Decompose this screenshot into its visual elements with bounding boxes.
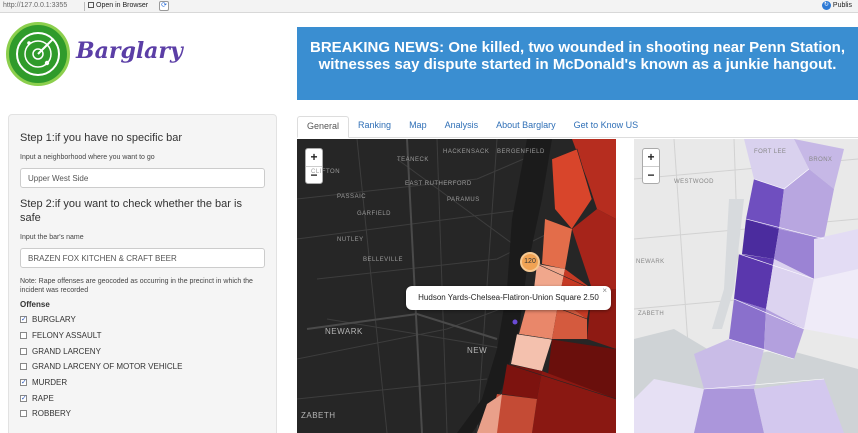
offense-checkbox[interactable]: ✓ <box>20 394 27 402</box>
step1-title: Step 1:if you have no specific bar <box>20 132 183 144</box>
dark-map-place-label: GARFIELD <box>357 211 392 217</box>
dark-map-place-label: PASSAIC <box>337 194 367 200</box>
dark-map-zoom-control: + − <box>305 148 323 184</box>
offense-option[interactable]: GRAND LARCENY OF MOTOR VEHICLE <box>20 359 265 375</box>
open-in-browser-button[interactable]: Open in Browser <box>88 2 148 9</box>
light-map-place-label: BRONX <box>809 157 833 163</box>
offense-label: BURGLARY <box>32 315 76 325</box>
dark-map-place-label: BELLEVILLE <box>363 257 404 263</box>
dark-map-place-label: HACKENSACK <box>443 149 490 155</box>
offense-label: FELONY ASSAULT <box>32 331 102 341</box>
tab-general[interactable]: General <box>297 116 350 138</box>
dark-map-place-label: BERGENFIELD <box>497 149 545 155</box>
crime-map-light[interactable]: + − ZABETH NEWARK WESTWOOD FORT LEE BRONX <box>634 139 858 433</box>
crime-map-dark[interactable]: + − NEWARK NEW ZABETH HACKENSACK TEANECK CLIF… <box>297 139 616 433</box>
neighborhood-popup: Hudson Yards-Chelsea-Flatiron-Union Squa… <box>406 286 611 310</box>
open-browser-icon <box>88 2 94 8</box>
tab-analysis[interactable]: Analysis <box>436 116 488 138</box>
main-tabs: General Ranking Map Analysis About Barglary G… <box>297 116 858 138</box>
browser-toolbar: http://127.0.0.1:3355 Open in Browser ⟳ … <box>0 0 858 13</box>
step2-hint: Input the bar's name <box>20 234 84 241</box>
offense-option[interactable]: ✓ MURDER <box>20 375 265 391</box>
offense-checkbox[interactable] <box>20 363 27 371</box>
dark-map-place-label: PARAMUS <box>447 197 480 203</box>
offense-label: RAPE <box>32 393 54 403</box>
publish-button[interactable]: ↻ Publis <box>821 1 852 10</box>
dark-map-place-label: CLIFTON <box>311 169 341 175</box>
step2-title: Step 2:if you want to check whether the … <box>20 198 242 224</box>
offense-option[interactable]: ✓ RAPE <box>20 390 265 406</box>
step1-hint: Input a neighborhood where you want to g… <box>20 154 155 161</box>
tab-map[interactable]: Map <box>400 116 436 138</box>
neighborhood-input[interactable]: Upper West Side <box>20 168 265 188</box>
popup-close-icon[interactable]: × <box>602 279 607 303</box>
brand-name: Barglary <box>76 38 183 64</box>
light-map-place-label: WESTWOOD <box>674 179 714 185</box>
offense-label: GRAND LARCENY OF MOTOR VEHICLE <box>32 362 183 372</box>
popup-text: Hudson Yards-Chelsea-Flatiron-Union Squa… <box>418 293 599 302</box>
dark-map-place-label: NEW <box>467 346 488 355</box>
light-map-graphics <box>634 139 858 433</box>
search-sidebar: Step 1:if you have no specific bar Input… <box>8 114 277 433</box>
offense-checkbox[interactable]: ✓ <box>20 379 27 387</box>
rape-geocode-note: Note: Rape offenses are geocoded as occu… <box>20 278 253 294</box>
open-in-browser-label: Open in Browser <box>96 2 149 9</box>
toolbar-divider <box>84 2 85 11</box>
light-map-place-label: NEWARK <box>636 259 665 265</box>
light-map-zoom-control: + − <box>642 148 660 184</box>
dark-map-place-label: ZABETH <box>301 411 336 420</box>
dark-map-place-label: TEANECK <box>397 157 429 163</box>
dark-map-place-label: NEWARK <box>325 327 363 336</box>
dark-map-place-label: EAST RUTHERFORD <box>405 181 472 187</box>
publish-icon: ↻ <box>821 1 831 10</box>
address-url[interactable]: http://127.0.0.1:3355 <box>3 2 67 9</box>
offense-option[interactable]: GRAND LARCENY <box>20 343 265 359</box>
offense-option[interactable]: ✓ BURGLARY <box>20 312 265 328</box>
offense-title: Offense <box>20 300 50 309</box>
offense-checkbox[interactable] <box>20 347 27 355</box>
bar-name-input[interactable]: BRAZEN FOX KITCHEN & CRAFT BEER <box>20 248 265 268</box>
tab-ranking[interactable]: Ranking <box>349 116 400 138</box>
refresh-icon[interactable]: ⟳ <box>159 1 169 11</box>
publish-label: Publis <box>832 2 852 9</box>
light-map-place-label: FORT LEE <box>754 149 787 155</box>
offense-label: MURDER <box>32 378 68 388</box>
light-map-place-label: ZABETH <box>638 311 665 317</box>
radar-logo-icon <box>6 22 70 86</box>
dark-map-place-label: NUTLEY <box>337 237 364 243</box>
offense-checkbox[interactable]: ✓ <box>20 316 27 324</box>
offense-checkbox-list: ✓ BURGLARY FELONY ASSAULT GRAND LARCENY GRAN… <box>20 312 265 422</box>
tab-about-barglary[interactable]: About Barglary <box>487 116 565 138</box>
offense-label: GRAND LARCENY <box>32 346 101 356</box>
breaking-news-banner: BREAKING NEWS: One killed, two wounded i… <box>297 27 858 100</box>
offense-checkbox[interactable] <box>20 332 27 340</box>
offense-label: ROBBERY <box>32 409 71 419</box>
cluster-marker[interactable]: 120 <box>520 252 540 272</box>
offense-option[interactable]: FELONY ASSAULT <box>20 328 265 344</box>
offense-option[interactable]: ROBBERY <box>20 406 265 422</box>
offense-checkbox[interactable] <box>20 410 27 418</box>
light-zoom-out-button[interactable]: − <box>643 166 659 183</box>
tab-get-to-know-us[interactable]: Get to Know US <box>565 116 648 138</box>
dark-zoom-in-button[interactable]: + <box>306 149 322 166</box>
light-zoom-in-button[interactable]: + <box>643 149 659 166</box>
